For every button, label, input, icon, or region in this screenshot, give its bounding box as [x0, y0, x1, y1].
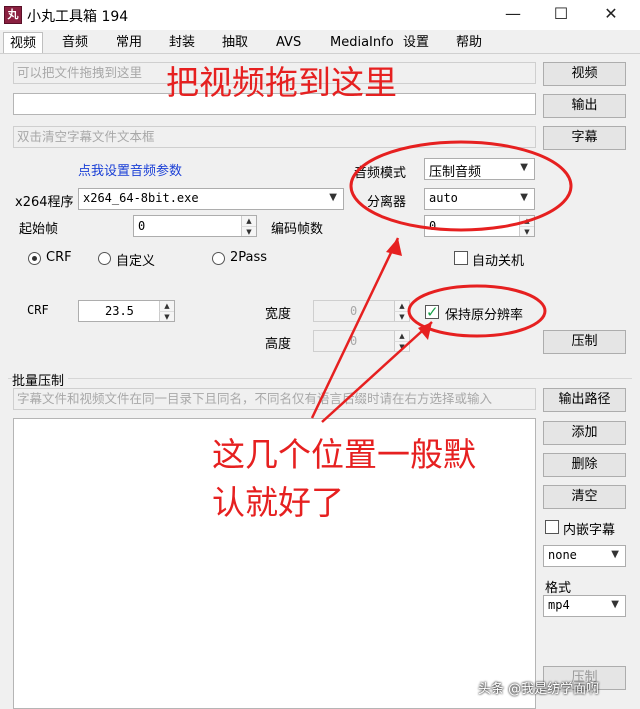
annotation-ellipse-top — [349, 140, 573, 232]
annotation-arrow-head-1 — [386, 238, 402, 256]
annotation-overlay — [310, 140, 573, 423]
watermark: 头条 @我是纺学面啊 — [478, 682, 600, 697]
annotation-bottom-line1: 这几个位置一般默 — [212, 435, 476, 474]
annotation-arrow-line-2 — [321, 321, 433, 423]
annotation-bottom-line2: 认就好了 — [212, 483, 344, 522]
annotation-top-text: 把视频拖到这里 — [166, 63, 397, 102]
